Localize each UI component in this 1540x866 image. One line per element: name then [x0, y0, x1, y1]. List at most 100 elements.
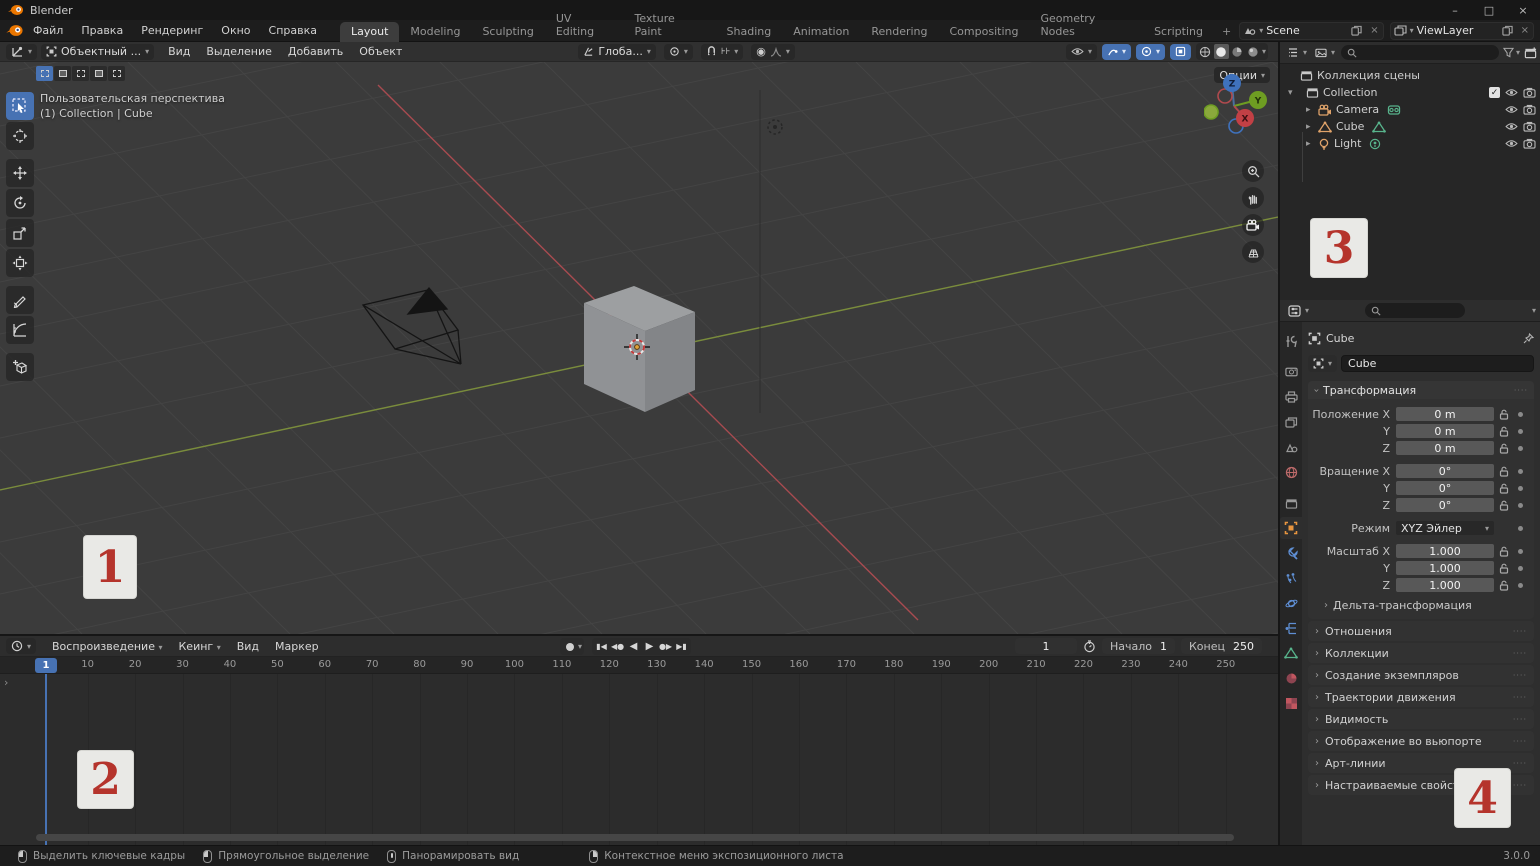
- transform-value-field[interactable]: 0°: [1396, 464, 1494, 478]
- properties-editor-type-button[interactable]: ▾: [1286, 303, 1311, 319]
- object-name-input[interactable]: Cube: [1341, 355, 1534, 372]
- timeline-menu-playback[interactable]: Воспроизведение ▾: [44, 640, 170, 653]
- close-button[interactable]: ×: [1506, 0, 1540, 20]
- viewlayer-remove-icon[interactable]: ×: [1517, 25, 1533, 36]
- viewlayer-name[interactable]: ViewLayer: [1414, 24, 1498, 37]
- play-reverse-button[interactable]: ◀: [626, 639, 641, 654]
- outliner-search-input[interactable]: [1341, 45, 1499, 60]
- outliner-item-cube[interactable]: ▸ Cube: [1280, 118, 1540, 135]
- expand-arrow-icon[interactable]: ▸: [1306, 139, 1318, 149]
- select-mode-invert[interactable]: [90, 66, 107, 81]
- viewport-canvas[interactable]: [0, 62, 1278, 634]
- tab-rendering[interactable]: Rendering: [860, 22, 938, 42]
- rotation-mode-dropdown[interactable]: XYZ Эйлер▾: [1396, 521, 1494, 535]
- timeline-editor-type-button[interactable]: ▾: [6, 638, 36, 654]
- transform-value-field[interactable]: 0°: [1396, 481, 1494, 495]
- menu-render[interactable]: Рендеринг: [132, 20, 212, 42]
- maximize-button[interactable]: □: [1472, 0, 1506, 20]
- animate-property-dot[interactable]: [1518, 526, 1523, 531]
- panel-grip[interactable]: ····: [1513, 649, 1527, 658]
- scene-selector[interactable]: ▾ Scene ×: [1239, 22, 1383, 40]
- scene-unlink-icon[interactable]: ×: [1366, 25, 1382, 36]
- show-object-types-dropdown[interactable]: ▾: [1066, 44, 1097, 60]
- lock-icon[interactable]: [1494, 409, 1514, 420]
- collapse-arrow-icon[interactable]: ▾: [1288, 88, 1300, 98]
- jump-to-end-button[interactable]: ▶▮: [674, 639, 689, 654]
- menu-window[interactable]: Окно: [212, 20, 259, 42]
- transform-panel-header[interactable]: › Трансформация ····: [1308, 381, 1534, 399]
- stopwatch-icon[interactable]: [1083, 640, 1096, 653]
- tool-add-cube[interactable]: [6, 353, 34, 381]
- scene-copy-icon[interactable]: [1347, 25, 1366, 36]
- camera-view-button[interactable]: [1242, 214, 1264, 236]
- tab-material-properties[interactable]: [1280, 667, 1302, 689]
- panel-grip[interactable]: ····: [1513, 737, 1527, 746]
- tool-annotate[interactable]: [6, 286, 34, 314]
- panel-grip[interactable]: ····: [1514, 386, 1528, 395]
- collapsed-panel[interactable]: ›Отношения····: [1308, 621, 1534, 641]
- tab-world-properties[interactable]: [1280, 461, 1302, 483]
- panel-grip[interactable]: ····: [1513, 627, 1527, 636]
- collapsed-panel[interactable]: ›Создание экземпляров····: [1308, 665, 1534, 685]
- tab-texture-properties[interactable]: [1280, 692, 1302, 714]
- viewlayer-copy-icon[interactable]: [1498, 25, 1517, 36]
- outliner-display-mode-button[interactable]: ▾: [1285, 45, 1309, 61]
- xray-toggle[interactable]: [1170, 44, 1191, 60]
- keying-dropdown[interactable]: ▾: [578, 642, 582, 651]
- animate-property-dot[interactable]: [1518, 429, 1523, 434]
- lock-icon[interactable]: [1494, 500, 1514, 511]
- tab-collection-properties[interactable]: [1280, 492, 1302, 514]
- lock-icon[interactable]: [1494, 483, 1514, 494]
- tab-shading[interactable]: Shading: [716, 22, 783, 42]
- light-object[interactable]: [768, 120, 782, 134]
- collapsed-panel[interactable]: ›Коллекции····: [1308, 643, 1534, 663]
- tab-object-properties[interactable]: [1280, 517, 1302, 539]
- viewport-3d[interactable]: ▾ Объектный ... ▾ Вид Выделение Добавить…: [0, 42, 1278, 634]
- hide-eye-icon[interactable]: [1505, 88, 1518, 97]
- tab-tool-properties[interactable]: [1280, 330, 1302, 352]
- tab-viewlayer-properties[interactable]: [1280, 411, 1302, 433]
- menu-file[interactable]: Файл: [24, 20, 72, 42]
- transform-value-field[interactable]: 0°: [1396, 498, 1494, 512]
- pin-icon[interactable]: [1523, 333, 1534, 344]
- render-visibility-icon[interactable]: [1523, 104, 1536, 115]
- transform-value-field[interactable]: 0 m: [1396, 407, 1494, 421]
- gizmos-toggle[interactable]: ▾: [1102, 44, 1131, 60]
- current-frame-field[interactable]: 1: [1015, 638, 1077, 654]
- transform-value-field[interactable]: 0 m: [1396, 441, 1494, 455]
- properties-options-chevron[interactable]: ▾: [1532, 306, 1536, 315]
- shading-rendered-button[interactable]: [1246, 44, 1261, 59]
- viewport-menu-object[interactable]: Объект: [351, 45, 410, 58]
- pivot-point-dropdown[interactable]: ▾: [664, 44, 693, 60]
- properties-editor[interactable]: ▾ ▾ Cube: [1280, 300, 1540, 845]
- minimize-button[interactable]: –: [1438, 0, 1472, 20]
- collapsed-panel[interactable]: ›Видимость····: [1308, 709, 1534, 729]
- tab-animation[interactable]: Animation: [782, 22, 860, 42]
- tool-select-box[interactable]: [6, 92, 34, 120]
- select-mode-subtract[interactable]: [72, 66, 89, 81]
- tool-move[interactable]: [6, 159, 34, 187]
- tool-cursor[interactable]: [6, 122, 34, 150]
- breadcrumb-object[interactable]: Cube: [1326, 332, 1354, 345]
- panel-grip[interactable]: ····: [1513, 715, 1527, 724]
- viewport-menu-select[interactable]: Выделение: [198, 45, 280, 58]
- shading-wireframe-button[interactable]: [1198, 44, 1213, 59]
- auto-keying-toggle[interactable]: [562, 639, 577, 654]
- timeline-expand-arrow[interactable]: ›: [4, 676, 8, 689]
- blender-menu-icon[interactable]: [6, 24, 24, 37]
- menu-edit[interactable]: Правка: [72, 20, 132, 42]
- timeline-menu-view[interactable]: Вид: [229, 640, 267, 653]
- panel-grip[interactable]: ····: [1513, 759, 1527, 768]
- timeline-menu-keying[interactable]: Кеинг ▾: [171, 640, 229, 653]
- tool-measure[interactable]: [6, 316, 34, 344]
- tab-scripting[interactable]: Scripting: [1143, 22, 1214, 42]
- tab-particle-properties[interactable]: [1280, 567, 1302, 589]
- overlays-toggle[interactable]: ▾: [1136, 44, 1165, 60]
- delta-transform-panel[interactable]: › Дельта-трансформация: [1308, 594, 1534, 612]
- light-label[interactable]: Light: [1330, 137, 1361, 150]
- select-mode-extend[interactable]: [54, 66, 71, 81]
- cube-object[interactable]: [584, 286, 695, 412]
- tab-output-properties[interactable]: [1280, 386, 1302, 408]
- prev-keyframe-button[interactable]: ◀●: [610, 639, 625, 654]
- panel-grip[interactable]: ····: [1513, 671, 1527, 680]
